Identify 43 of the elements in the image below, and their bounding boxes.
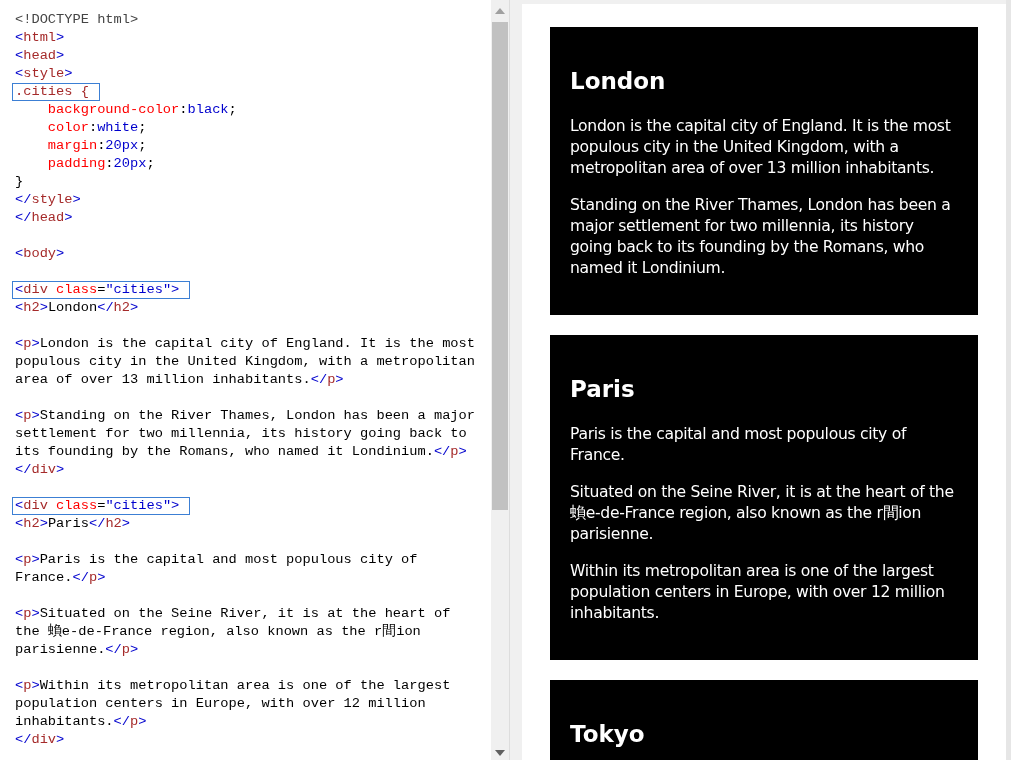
- code-line: <body>: [14, 245, 66, 263]
- code-line: the 蝜e-de-France region, also known as the r間ion: [14, 623, 422, 641]
- code-line: }: [14, 173, 25, 191]
- scrollbar[interactable]: [491, 0, 509, 760]
- code-line: padding:20px;: [46, 155, 156, 173]
- code-line: settlement for two millennia, its history going back to: [14, 425, 468, 443]
- city-heading: Tokyo: [570, 720, 646, 749]
- city-paragraph: Within its metropolitan area is one of the largest population centers in Europe, with over 12 million inhabitants.: [570, 561, 946, 624]
- code-line: <p>London is the capital city of England. It is the most: [14, 335, 476, 353]
- code-line: <p>Paris is the capital and most populous city of: [14, 551, 419, 569]
- city-paragraph: Situated on the Seine River, it is at the heart of the 蝜e-de-France region, also known as the r間ion parisienne.: [570, 482, 955, 545]
- city-heading: London: [570, 67, 667, 96]
- scroll-down-icon[interactable]: [495, 750, 505, 756]
- code-line: <p>Standing on the River Thames, London has been a major: [14, 407, 476, 425]
- code-line: </head>: [14, 209, 74, 227]
- code-line: <p>Situated on the Seine River, it is at the heart of: [14, 605, 452, 623]
- code-line: color:white;: [46, 119, 148, 137]
- code-line: France.</p>: [14, 569, 107, 587]
- code-line: </div>: [14, 461, 66, 479]
- code-line: inhabitants.</p>: [14, 713, 148, 731]
- code-line: <h2>Paris</h2>: [14, 515, 132, 533]
- code-line: <html>: [14, 29, 66, 47]
- code-line: <style>: [14, 65, 74, 83]
- city-paragraph: Standing on the River Thames, London has been a major settlement for two millennia, its history going back to its founding by the Romans, who named it Londinium.: [570, 195, 952, 279]
- code-line: population centers in Europe, with over 12 million: [14, 695, 427, 713]
- code-line: <p>Within its metropolitan area is one of the largest: [14, 677, 452, 695]
- code-line: background-color:black;: [46, 101, 238, 119]
- code-line: </div>: [14, 731, 66, 749]
- scrollbar-thumb[interactable]: [492, 22, 508, 510]
- code-line: </style>: [14, 191, 82, 209]
- city-heading: Paris: [570, 375, 636, 404]
- scroll-up-icon[interactable]: [495, 8, 505, 14]
- code-line: <!DOCTYPE html>: [14, 11, 140, 29]
- code-line: its founding by the Romans, who named it Londinium.</p>: [14, 443, 468, 461]
- city-paragraph: Paris is the capital and most populous city of France.: [570, 424, 908, 466]
- code-line: area of over 13 million inhabitants.</p>: [14, 371, 345, 389]
- code-line: <head>: [14, 47, 66, 65]
- code-line: populous city in the United Kingdom, with a metropolitan: [14, 353, 476, 371]
- code-line: <h2>London</h2>: [14, 299, 140, 317]
- code-line: margin:20px;: [46, 137, 148, 155]
- city-paragraph: London is the capital city of England. It is the most populous city in the United Kingdom, with a metropolitan area of over 13 million inhabitants.: [570, 116, 952, 179]
- code-line: parisienne.</p>: [14, 641, 140, 659]
- scrollbar[interactable]: [1006, 0, 1011, 760]
